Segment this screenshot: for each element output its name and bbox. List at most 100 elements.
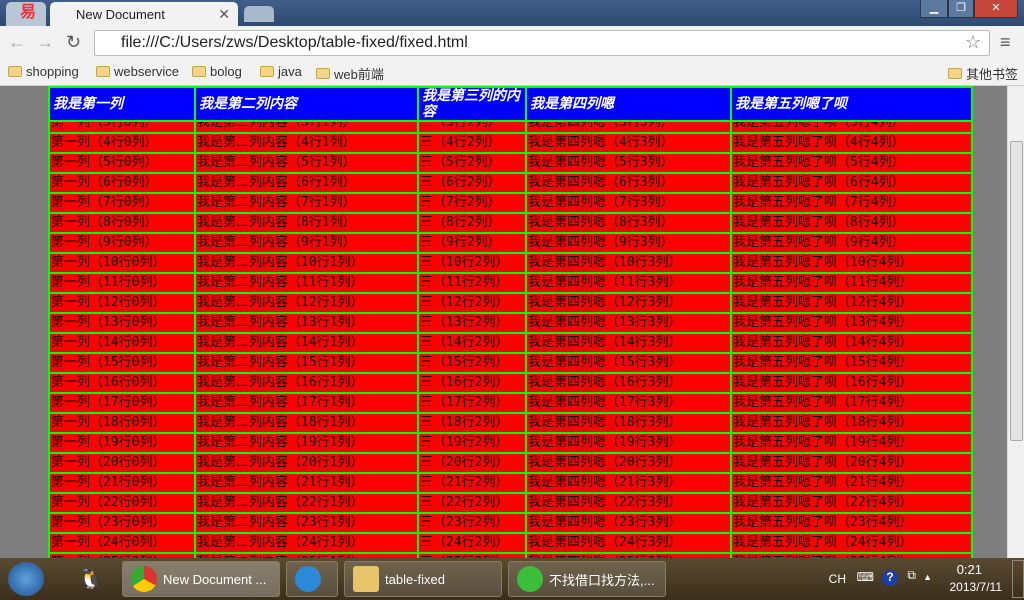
taskbar-folder[interactable]: table-fixed (344, 561, 502, 597)
table-cell: 我是第五列嗯了呗（22行4列） (730, 492, 973, 512)
browser-toolbar: ← → ↻ file:///C:/Users/zws/Desktop/table… (0, 26, 1024, 60)
table-cell: 我是第五列嗯了呗（14行4列） (730, 332, 973, 352)
table-cell: 三（5行2列） (417, 152, 525, 172)
table-cell: 我是第五列嗯了呗（21行4列） (730, 472, 973, 492)
clock-date[interactable]: 2013/7/11 (950, 580, 1003, 594)
bookmark-java[interactable]: java (260, 64, 302, 79)
browser-titlebar: 易 New Document ✕ ▁ ❐ ✕ (0, 0, 1024, 26)
table-body: 第一列（3行0列） 我是第二列内容（3行1列） 三（3行2列） 我是第四列嗯（3行3列… (48, 112, 973, 558)
table-cell: 三（9行2列） (417, 232, 525, 252)
back-icon[interactable]: ← (8, 32, 26, 53)
show-hidden-icons[interactable]: ▲ (923, 572, 932, 582)
table-cell: 第一列（21行0列） (48, 472, 194, 492)
header-cell: 我是第二列内容 (194, 86, 417, 122)
close-tab-icon[interactable]: ✕ (218, 6, 230, 23)
tab-extension[interactable]: 易 (6, 2, 46, 26)
table-cell: 我是第四列嗯（12行3列） (525, 292, 730, 312)
taskbar-browser[interactable]: 不找借口找方法,... (508, 561, 666, 597)
keyboard-icon[interactable]: ⌨ (857, 570, 874, 584)
k-icon (295, 566, 321, 592)
table-cell: 三（23行2列） (417, 512, 525, 532)
table-cell: 我是第二列内容（21行1列） (194, 472, 417, 492)
qq-icon[interactable]: 🐧 (78, 566, 103, 591)
table-cell: 我是第二列内容（13行1列） (194, 312, 417, 332)
reload-icon[interactable]: ↻ (66, 32, 81, 53)
vertical-scrollbar[interactable] (1007, 86, 1024, 558)
header-cell: 我是第三列的内容 (417, 86, 525, 122)
table-cell: 我是第五列嗯了呗（18行4列） (730, 412, 973, 432)
table-cell: 三（17行2列） (417, 392, 525, 412)
forward-icon[interactable]: → (36, 32, 54, 53)
table-cell: 我是第二列内容（6行1列） (194, 172, 417, 192)
language-indicator[interactable]: CH (829, 572, 846, 586)
bookmarks-bar: shopping webservice bolog java web前端 其他书… (0, 60, 1024, 86)
chrome-icon (131, 566, 157, 592)
table-cell: 三（10行2列） (417, 252, 525, 272)
bookmark-shopping[interactable]: shopping (8, 64, 79, 79)
table-cell: 我是第五列嗯了呗（8行4列） (730, 212, 973, 232)
bookmark-bolog[interactable]: bolog (192, 64, 242, 79)
table-cell: 我是第二列内容（19行1列） (194, 432, 417, 452)
table-cell: 第一列（6行0列） (48, 172, 194, 192)
table-cell: 我是第四列嗯（20行3列） (525, 452, 730, 472)
table-cell: 我是第五列嗯了呗（11行4列） (730, 272, 973, 292)
table-cell: 我是第五列嗯了呗（24行4列） (730, 532, 973, 552)
minimize-button[interactable]: ▁ (920, 0, 948, 18)
table-cell: 三（4行2列） (417, 132, 525, 152)
star-icon[interactable]: ☆ (965, 32, 981, 53)
table-cell: 我是第二列内容（16行1列） (194, 372, 417, 392)
table-cell: 我是第二列内容（9行1列） (194, 232, 417, 252)
table-cell: 第一列（16行0列） (48, 372, 194, 392)
table-cell: 我是第四列嗯（22行3列） (525, 492, 730, 512)
table-cell: 我是第五列嗯了呗（16行4列） (730, 372, 973, 392)
close-window-button[interactable]: ✕ (974, 0, 1018, 18)
table-cell: 第一列（22行0列） (48, 492, 194, 512)
bookmark-web[interactable]: web前端 (316, 64, 384, 83)
new-tab-button[interactable] (244, 6, 274, 22)
table-cell: 第一列（14行0列） (48, 332, 194, 352)
table-cell: 我是第二列内容（17行1列） (194, 392, 417, 412)
table-cell: 我是第五列嗯了呗（4行4列） (730, 132, 973, 152)
table-cell: 我是第二列内容（23行1列） (194, 512, 417, 532)
table-cell: 我是第五列嗯了呗（6行4列） (730, 172, 973, 192)
table-cell: 三（7行2列） (417, 192, 525, 212)
start-button[interactable] (8, 562, 44, 596)
table-cell: 我是第四列嗯（16行3列） (525, 372, 730, 392)
table-cell: 我是第五列嗯了呗（13行4列） (730, 312, 973, 332)
table-cell: 我是第四列嗯（21行3列） (525, 472, 730, 492)
taskbar-k[interactable] (286, 561, 338, 597)
show-desktop-button[interactable] (1012, 560, 1024, 598)
table-cell: 我是第四列嗯（8行3列） (525, 212, 730, 232)
page-viewport: 我是第一列 我是第二列内容 我是第三列的内容 我是第四列嗯 我是第五列嗯了呗 第… (0, 86, 1007, 558)
table-cell: 我是第四列嗯（7行3列） (525, 192, 730, 212)
header-cell: 我是第五列嗯了呗 (730, 86, 973, 122)
table-cell: 三（8行2列） (417, 212, 525, 232)
taskbar-chrome[interactable]: New Document ... (122, 561, 280, 597)
table-cell: 三（11行2列） (417, 272, 525, 292)
help-icon[interactable]: ? (882, 570, 898, 586)
address-bar[interactable]: file:///C:/Users/zws/Desktop/table-fixed… (94, 30, 990, 56)
tab-new-document[interactable]: New Document ✕ (50, 2, 238, 26)
table-cell: 第一列（5行0列） (48, 152, 194, 172)
clock-time[interactable]: 0:21 (957, 562, 982, 577)
network-icon[interactable]: ⧉ (907, 568, 916, 583)
bookmark-other[interactable]: 其他书签 (948, 64, 1018, 83)
bookmark-webservice[interactable]: webservice (96, 64, 179, 79)
folder-icon (353, 566, 379, 592)
maximize-button[interactable]: ❐ (948, 0, 974, 18)
table-cell: 第一列（20行0列） (48, 452, 194, 472)
table-cell: 三（19行2列） (417, 432, 525, 452)
table-cell: 我是第四列嗯（10行3列） (525, 252, 730, 272)
scrollbar-thumb[interactable] (1010, 141, 1023, 441)
table-cell: 第一列（24行0列） (48, 532, 194, 552)
header-cell: 我是第四列嗯 (525, 86, 730, 122)
table-cell: 我是第二列内容（24行1列） (194, 532, 417, 552)
table-cell: 我是第五列嗯了呗（20行4列） (730, 452, 973, 472)
table-cell: 第一列（13行0列） (48, 312, 194, 332)
table-cell: 我是第五列嗯了呗（17行4列） (730, 392, 973, 412)
menu-icon[interactable]: ≡ (1000, 32, 1011, 53)
table-cell: 我是第五列嗯了呗（7行4列） (730, 192, 973, 212)
table-cell: 我是第四列嗯（15行3列） (525, 352, 730, 372)
table-cell: 我是第五列嗯了呗（5行4列） (730, 152, 973, 172)
table-cell: 我是第四列嗯（18行3列） (525, 412, 730, 432)
